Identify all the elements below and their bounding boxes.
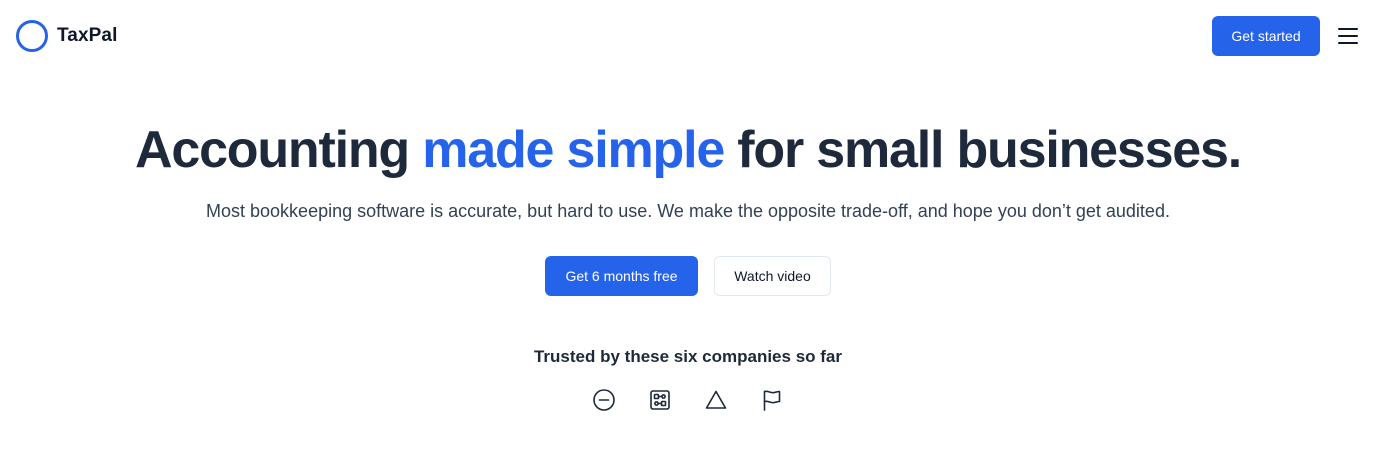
circuit-box-icon bbox=[650, 390, 670, 410]
hero-title-end: for small businesses. bbox=[724, 121, 1242, 179]
hero-subtitle: Most bookkeeping software is accurate, b… bbox=[206, 201, 1170, 221]
menu-button[interactable] bbox=[1336, 24, 1360, 48]
trusted-heading: Trusted by these six companies so far bbox=[533, 347, 842, 366]
hero-title: Accounting made simple for small busines… bbox=[0, 118, 1376, 182]
minus-circle-icon bbox=[593, 389, 615, 411]
flag-icon bbox=[763, 390, 781, 411]
hero-title-start: Accounting bbox=[135, 121, 423, 179]
watch-video-button[interactable]: Watch video bbox=[714, 256, 831, 296]
get-6-months-free-button[interactable]: Get 6 months free bbox=[545, 256, 698, 296]
hero-title-accent: made simple bbox=[422, 121, 725, 179]
brand-name: TaxPal bbox=[57, 25, 118, 46]
site-header: TaxPal Get started bbox=[0, 0, 1376, 72]
logo-circle-icon bbox=[16, 20, 48, 52]
get-started-button[interactable]: Get started bbox=[1212, 16, 1320, 56]
triangle-icon bbox=[705, 390, 727, 409]
hamburger-menu-icon bbox=[1338, 28, 1358, 44]
brand-logo[interactable]: TaxPal bbox=[16, 20, 117, 52]
